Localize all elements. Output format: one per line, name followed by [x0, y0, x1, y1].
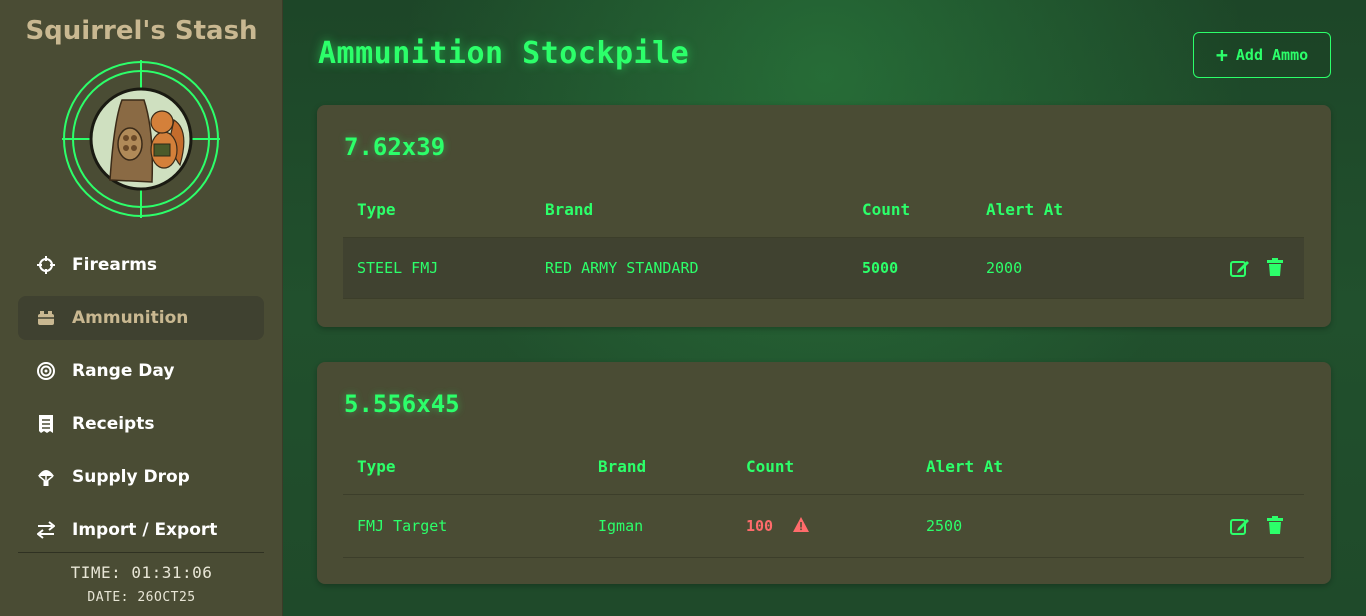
sidebar-item-label: Firearms [72, 255, 158, 275]
clock-date: DATE: 26OCT25 [87, 590, 196, 605]
sidebar-nav: Firearms Ammunition Range Day Receipts S… [18, 243, 264, 561]
column-header-brand: Brand [598, 457, 647, 476]
parachute-icon [36, 467, 56, 487]
page-title: Ammunition Stockpile [318, 36, 690, 71]
receipt-icon [36, 414, 56, 434]
warning-icon [793, 517, 809, 532]
clock-time: TIME: 01:31:06 [70, 563, 213, 582]
sidebar-item-label: Receipts [72, 414, 155, 434]
scope-logo [62, 60, 220, 218]
caliber-title: 7.62x39 [344, 133, 446, 161]
sidebar-item-ammunition[interactable]: Ammunition [18, 296, 264, 340]
add-ammo-button[interactable]: + Add Ammo [1193, 32, 1331, 78]
cell-alert: 2500 [926, 517, 963, 535]
column-header-brand: Brand [545, 200, 594, 219]
column-header-alert: Alert At [986, 200, 1064, 219]
column-header-type: Type [357, 457, 396, 476]
trash-icon[interactable] [1265, 257, 1285, 277]
main-content: Ammunition Stockpile + Add Ammo 7.62x39 … [283, 0, 1366, 616]
caliber-title: 5.556x45 [344, 390, 460, 418]
edit-icon[interactable] [1230, 258, 1250, 278]
sidebar-item-label: Range Day [72, 361, 175, 381]
cell-type: STEEL FMJ [357, 259, 439, 277]
sidebar-item-firearms[interactable]: Firearms [18, 243, 264, 287]
ammo-box-icon [36, 308, 56, 328]
cell-brand: Igman [598, 517, 644, 535]
cell-alert: 2000 [986, 259, 1023, 277]
cell-type: FMJ Target [357, 517, 448, 535]
plus-icon: + [1215, 43, 1228, 67]
caliber-card-762x39: 7.62x39 Type Brand Count Alert At STEEL … [317, 105, 1331, 327]
column-header-alert: Alert At [926, 457, 1004, 476]
sidebar: Squirrel's Stash Firearms Ammunition Ran… [0, 0, 283, 616]
crosshairs-icon [36, 255, 56, 275]
column-header-count: Count [746, 457, 795, 476]
sidebar-item-import-export[interactable]: Import / Export [18, 508, 264, 552]
caliber-card-556x45: 5.556x45 Type Brand Count Alert At FMJ T… [317, 362, 1331, 584]
sidebar-divider [18, 552, 264, 553]
exchange-icon [36, 520, 56, 540]
cell-count: 5000 [862, 259, 899, 277]
app-title: Squirrel's Stash [25, 16, 258, 46]
target-icon [36, 361, 56, 381]
sidebar-item-label: Ammunition [72, 308, 189, 328]
sidebar-item-range-day[interactable]: Range Day [18, 349, 264, 393]
sidebar-item-label: Supply Drop [72, 467, 190, 487]
trash-icon[interactable] [1265, 515, 1285, 535]
cell-brand: RED ARMY STANDARD [545, 259, 699, 277]
edit-icon[interactable] [1230, 516, 1250, 536]
column-header-type: Type [357, 200, 396, 219]
sidebar-item-receipts[interactable]: Receipts [18, 402, 264, 446]
column-header-count: Count [862, 200, 911, 219]
table-row: FMJ Target Igman 100 2500 [343, 494, 1304, 558]
sidebar-item-label: Import / Export [72, 520, 218, 540]
cell-count-low: 100 [746, 517, 774, 535]
sidebar-item-supply-drop[interactable]: Supply Drop [18, 455, 264, 499]
add-ammo-label: Add Ammo [1235, 46, 1309, 64]
table-row: STEEL FMJ RED ARMY STANDARD 5000 2000 [343, 237, 1304, 299]
